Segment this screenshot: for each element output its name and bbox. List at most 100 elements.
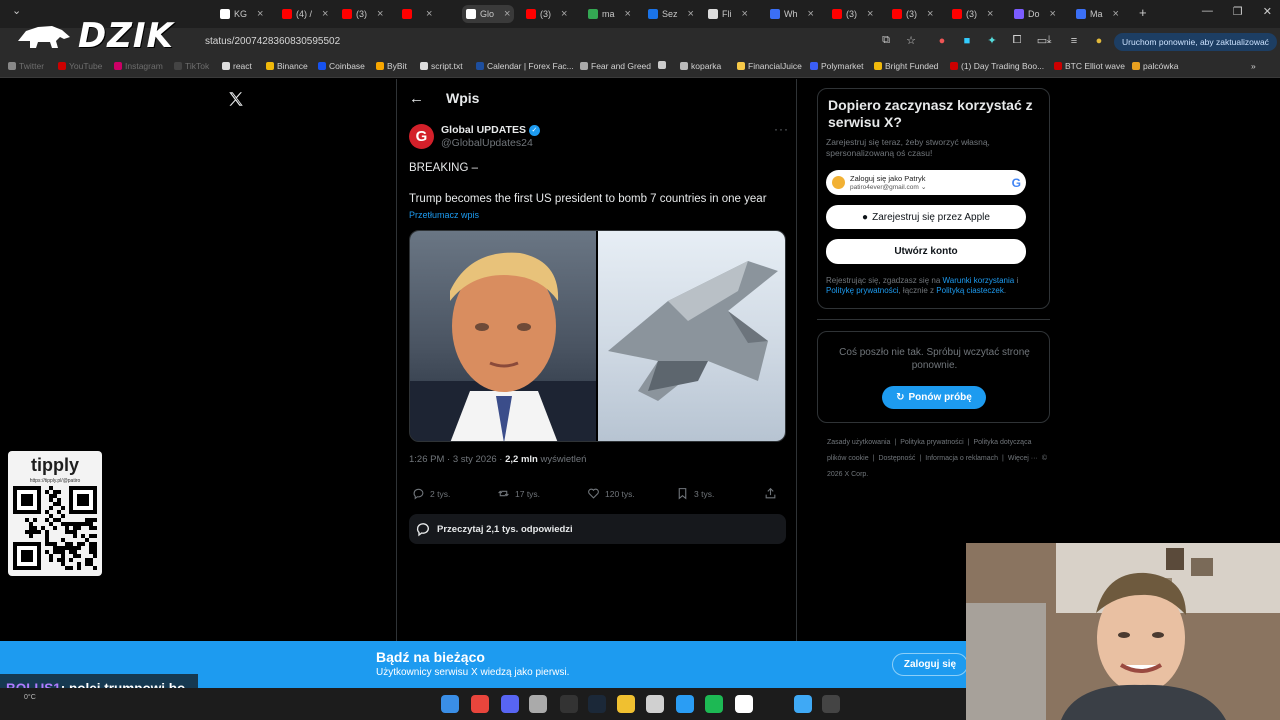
bookmark-star-icon[interactable]: ☆ (905, 34, 917, 47)
minimize-icon[interactable]: — (1202, 5, 1213, 18)
post-time[interactable]: 1:26 PM · 3 sty 2026 · (409, 454, 505, 465)
privacy-link[interactable]: Politykę prywatności (826, 286, 898, 295)
close-tab-icon[interactable]: × (867, 8, 873, 20)
bookmark-item[interactable]: Bright Funded (874, 61, 938, 71)
bookmark-item[interactable]: Coinbase (318, 61, 365, 71)
bookmark-button[interactable]: 3 tys. (676, 487, 714, 500)
close-tab-icon[interactable]: × (927, 8, 933, 20)
bookmark-item[interactable]: koparka (680, 61, 721, 71)
close-tab-icon[interactable]: × (504, 8, 510, 20)
browser-tab[interactable]: Fli × (708, 5, 748, 23)
new-tab-button[interactable]: + (1139, 5, 1147, 20)
extensions-puzzle-icon[interactable]: ⧠ (1011, 34, 1023, 47)
extension-icon[interactable]: ● (936, 35, 948, 47)
create-account-button[interactable]: Utwórz konto (826, 239, 1026, 264)
obs-icon[interactable] (560, 695, 578, 713)
browser-tab[interactable]: KG × (220, 5, 263, 23)
browser-tab[interactable]: Ma × (1076, 5, 1119, 23)
close-tab-icon[interactable]: × (257, 8, 263, 20)
browser-tab[interactable]: ma × (588, 5, 631, 23)
browser-tab[interactable]: Do × (1014, 5, 1056, 23)
browser-tab[interactable]: × (402, 5, 432, 23)
browser-tab[interactable]: Wh × (770, 5, 814, 23)
media-control-icon[interactable]: ≡ (1068, 35, 1080, 47)
bookmark-item[interactable]: Fear and Greed (580, 61, 651, 71)
profile-avatar[interactable]: ● (1093, 35, 1105, 47)
browser-tab[interactable]: Glo × (462, 5, 515, 23)
close-tab-icon[interactable]: × (1113, 8, 1119, 20)
close-tab-icon[interactable]: × (625, 8, 631, 20)
download-icon[interactable]: ⤓ (1043, 34, 1055, 47)
close-tab-icon[interactable]: × (987, 8, 993, 20)
close-tab-icon[interactable]: × (742, 8, 748, 20)
close-tab-icon[interactable]: × (377, 8, 383, 20)
bookmark-item[interactable]: YouTube (58, 61, 102, 71)
cookie-policy-link[interactable]: Polityką ciasteczek (936, 286, 1004, 295)
close-window-icon[interactable]: ✕ (1263, 5, 1272, 18)
file-explorer-icon[interactable] (617, 695, 635, 713)
ccleaner-icon[interactable] (646, 695, 664, 713)
browser-tab[interactable]: (3) × (526, 5, 567, 23)
discord-icon[interactable] (501, 695, 519, 713)
chrome-icon[interactable] (471, 695, 489, 713)
footer-link[interactable]: Dostępność (878, 455, 915, 462)
close-tab-icon[interactable]: × (322, 8, 328, 20)
close-tab-icon[interactable]: × (808, 8, 814, 20)
spotify-icon[interactable] (705, 695, 723, 713)
url-field[interactable]: status/2007428360830595502 (205, 36, 340, 47)
bookmark-item[interactable]: Binance (266, 61, 308, 71)
browser-tab[interactable]: Sez × (648, 5, 694, 23)
extension-icon[interactable]: ✦ (986, 34, 998, 47)
close-tab-icon[interactable]: × (688, 8, 694, 20)
app-icon[interactable] (735, 695, 753, 713)
browser-tab[interactable]: (3) × (832, 5, 873, 23)
x-logo-icon[interactable] (227, 90, 245, 108)
more-options-icon[interactable]: ··· (774, 122, 789, 136)
browser-tab[interactable]: (4) / × (282, 5, 328, 23)
install-app-icon[interactable]: ⧉ (880, 34, 892, 47)
bookmark-item[interactable]: Instagram (114, 61, 163, 71)
close-tab-icon[interactable]: × (1050, 8, 1056, 20)
steam-icon[interactable] (588, 695, 606, 713)
repost-button[interactable]: 17 tys. (497, 487, 540, 500)
extension-icon[interactable]: ■ (961, 35, 973, 47)
media-image-jet[interactable] (597, 231, 785, 441)
media-image-portrait[interactable] (410, 231, 598, 441)
weather-widget[interactable]: 0°C (24, 694, 36, 701)
browser-tab[interactable]: (3) × (952, 5, 993, 23)
bookmark-item[interactable]: script.txt (420, 61, 463, 71)
close-tab-icon[interactable]: × (561, 8, 567, 20)
author-handle[interactable]: @GlobalUpdates24 (441, 137, 533, 149)
bookmark-item[interactable]: Polymarket (810, 61, 864, 71)
bookmark-item[interactable]: Calendar | Forex Fac... (476, 61, 574, 71)
browser-tab[interactable]: (3) × (342, 5, 383, 23)
browser-tab[interactable]: (3) × (892, 5, 933, 23)
bookmark-item[interactable]: palcówka (1132, 61, 1178, 71)
apple-signup-button[interactable]: ● Zarejestruj się przez Apple (826, 205, 1026, 229)
restart-update-button[interactable]: Uruchom ponownie, aby zaktualizować (1114, 33, 1277, 51)
bookmark-item[interactable]: ByBit (376, 61, 407, 71)
app-icon[interactable] (529, 695, 547, 713)
windows-start-icon[interactable] (441, 695, 459, 713)
bookmark-item[interactable]: (1) Day Trading Boo... (950, 61, 1044, 71)
share-button[interactable] (764, 487, 777, 500)
bookmark-item[interactable]: react (222, 61, 252, 71)
google-signin-button[interactable]: Zaloguj się jako Patryk patiro4ever@gmai… (826, 170, 1026, 195)
vscode-icon[interactable] (676, 695, 694, 713)
like-button[interactable]: 120 tys. (587, 487, 635, 500)
footer-link[interactable]: Informacja o reklamach (925, 455, 998, 462)
bookmarks-overflow-icon[interactable]: » (1251, 61, 1256, 71)
back-arrow-icon[interactable]: ← (409, 90, 424, 107)
bookmark-item[interactable]: BTC Elliot wave (1054, 61, 1125, 71)
footer-link[interactable]: Zasady użytkowania (827, 439, 890, 446)
close-tab-icon[interactable]: × (426, 8, 432, 20)
post-media[interactable] (409, 230, 786, 442)
bookmark-item[interactable]: FinancialJuice (737, 61, 802, 71)
footer-link[interactable]: Polityka prywatności (900, 439, 963, 446)
bookmark-item[interactable]: TikTok (174, 61, 209, 71)
terminal-icon[interactable] (822, 695, 840, 713)
author-name[interactable]: Global UPDATES ✓ (441, 124, 540, 136)
author-avatar[interactable]: G (409, 124, 434, 149)
bookmark-item[interactable]: Twitter (8, 61, 44, 71)
reply-button[interactable]: 2 tys. (412, 487, 450, 500)
